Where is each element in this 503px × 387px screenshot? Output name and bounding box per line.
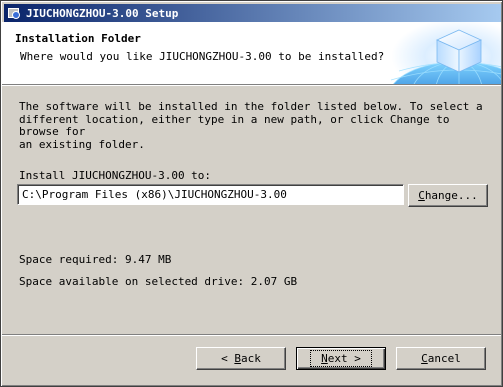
install-path-input[interactable]: C:\Program Files (x86)\JIUCHONGZHOU-3.00 xyxy=(17,184,404,205)
install-folder-label: Install JIUCHONGZHOU-3.00 to: xyxy=(19,169,212,182)
instructions-text: The software will be installed in the fo… xyxy=(19,100,483,151)
installer-icon xyxy=(7,6,21,20)
cancel-label: ancel xyxy=(427,352,461,365)
back-mnemonic: B xyxy=(234,352,241,365)
header-divider xyxy=(2,85,501,86)
globe-cube-icon xyxy=(389,22,501,84)
back-prefix: < xyxy=(221,352,235,365)
next-mnemonic: N xyxy=(321,352,328,365)
space-required-text: Space required: 9.47 MB xyxy=(19,253,172,266)
header-panel: Installation Folder Where would you like… xyxy=(2,22,501,85)
change-label: hange... xyxy=(424,189,478,202)
back-label: ack xyxy=(241,352,261,365)
page-subtitle: Where would you like JIUCHONGZHOU-3.00 t… xyxy=(20,50,385,63)
space-available-text: Space available on selected drive: 2.07 … xyxy=(19,275,298,288)
next-focus: Next > xyxy=(310,350,372,367)
title-bar[interactable]: JIUCHONGZHOU-3.00 Setup xyxy=(4,4,501,22)
change-button[interactable]: Change... xyxy=(408,184,488,207)
page-title: Installation Folder xyxy=(15,32,141,45)
next-button[interactable]: Next > xyxy=(296,347,386,370)
cancel-button[interactable]: Cancel xyxy=(396,347,486,370)
back-button[interactable]: < Back xyxy=(196,347,286,370)
window-title: JIUCHONGZHOU-3.00 Setup xyxy=(26,6,179,20)
cancel-mnemonic: C xyxy=(421,352,428,365)
change-mnemonic: C xyxy=(418,189,425,202)
setup-window: JIUCHONGZHOU-3.00 Setup Installation Fol… xyxy=(0,0,503,387)
next-label: ext > xyxy=(327,352,361,365)
